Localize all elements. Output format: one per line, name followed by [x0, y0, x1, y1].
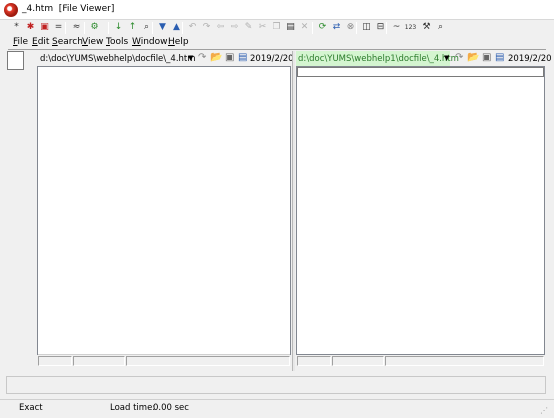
split-vertical-icon[interactable]: ◫: [360, 21, 373, 34]
menu-window-label: indow: [140, 37, 168, 47]
delete-icon[interactable]: ✕: [298, 21, 311, 34]
scissors-icon[interactable]: ✂: [256, 21, 269, 34]
back-icon[interactable]: ⇦: [214, 21, 227, 34]
approx-icon[interactable]: ≈: [70, 21, 83, 34]
refresh-icon[interactable]: ⟳: [316, 21, 329, 34]
down-triangle-icon[interactable]: ▼: [156, 21, 169, 34]
menu-help-label: elp: [174, 37, 189, 47]
status-load-label: Load time:: [110, 403, 156, 413]
divider: [8, 49, 546, 50]
menu-view[interactable]: View: [82, 37, 103, 47]
right-content-pane[interactable]: [296, 66, 545, 355]
left-redo-icon[interactable]: ↷: [198, 52, 206, 63]
left-status-field-2: [73, 356, 125, 366]
menu-help[interactable]: Help: [168, 37, 189, 47]
toolbar-separator: [65, 22, 66, 34]
window-title: _4.htm [File Viewer]: [22, 4, 115, 14]
left-open-folder-icon[interactable]: 📂: [210, 52, 222, 63]
right-save-icon[interactable]: ▣: [482, 52, 491, 63]
right-open-folder-icon[interactable]: 📂: [467, 52, 479, 63]
right-path-dropdown-icon[interactable]: ▼: [444, 54, 449, 62]
right-path-text: d:\doc\YUMS\webhelp1\docfile\_4.htm: [298, 54, 459, 64]
toolbar-separator: [108, 22, 109, 34]
asterisk-icon[interactable]: *: [10, 21, 23, 34]
down-arrow-icon[interactable]: ↓: [112, 21, 125, 34]
menu-edit[interactable]: Edit: [32, 37, 49, 47]
left-path-text: d:\doc\YUMS\webhelp\docfile\_4.htm: [40, 54, 196, 64]
options-icon[interactable]: ⚒: [420, 21, 433, 34]
menu-tools-label: ools: [109, 37, 129, 47]
up-arrow-icon[interactable]: ↑: [126, 21, 139, 34]
pencil-icon[interactable]: ✎: [242, 21, 255, 34]
toolbar-separator: [152, 22, 153, 34]
red-asterisk-icon[interactable]: ✱: [24, 21, 37, 34]
right-cursor-line: [297, 67, 544, 77]
right-date: 2019/2/20: [508, 54, 552, 64]
red-box-icon[interactable]: ▣: [38, 21, 51, 34]
left-document-icon[interactable]: ▤: [238, 52, 247, 63]
right-redo-icon[interactable]: ↷: [455, 52, 463, 63]
right-document-icon[interactable]: ▤: [495, 52, 504, 63]
menu-file[interactable]: File: [13, 37, 28, 47]
status-bar: [0, 399, 554, 418]
right-status-field-1: [297, 356, 331, 366]
output-band: [6, 376, 546, 394]
green-gear-icon[interactable]: ⚙: [88, 21, 101, 34]
menu-window[interactable]: Window: [132, 37, 168, 47]
left-content-pane[interactable]: [37, 66, 291, 355]
equals-icon[interactable]: =: [52, 21, 65, 34]
forward-icon[interactable]: ⇨: [228, 21, 241, 34]
undo-icon[interactable]: ↶: [186, 21, 199, 34]
left-status-field-1: [38, 356, 72, 366]
swap-icon[interactable]: ⇄: [330, 21, 343, 34]
tilde-icon[interactable]: ~: [390, 21, 403, 34]
toolbar-separator: [356, 22, 357, 34]
resize-grip-icon[interactable]: ⋰: [540, 406, 548, 415]
magnifier-icon[interactable]: ⌕: [434, 21, 447, 34]
menu-file-label: ile: [17, 37, 29, 47]
left-path-dropdown-icon[interactable]: ▼: [188, 54, 193, 62]
menu-search-label: earch: [57, 37, 83, 47]
toolbar-separator: [386, 22, 387, 34]
file-list-stub[interactable]: [7, 51, 24, 70]
menu-tools[interactable]: Tools: [106, 37, 128, 47]
toolbar-separator: [84, 22, 85, 34]
pane-splitter[interactable]: [292, 51, 295, 371]
menu-view-label: iew: [87, 37, 104, 47]
toolbar-separator: [182, 22, 183, 34]
toolbar-separator: [312, 22, 313, 34]
paste-icon[interactable]: ▤: [284, 21, 297, 34]
right-status-field-2: [332, 356, 384, 366]
menu-search[interactable]: Search: [52, 37, 83, 47]
app-icon: [4, 3, 18, 17]
right-status-field-3: [385, 356, 544, 366]
menu-edit-label: dit: [37, 37, 50, 47]
number-icon[interactable]: 123: [404, 21, 417, 34]
left-date: 2019/2/20: [250, 54, 294, 64]
left-save-icon[interactable]: ▣: [225, 52, 234, 63]
status-load-value: 0.00 sec: [153, 403, 189, 413]
left-status-field-3: [126, 356, 290, 366]
redo-icon[interactable]: ↷: [200, 21, 213, 34]
status-mode: Exact: [19, 403, 43, 413]
copy-icon[interactable]: ❐: [270, 21, 283, 34]
